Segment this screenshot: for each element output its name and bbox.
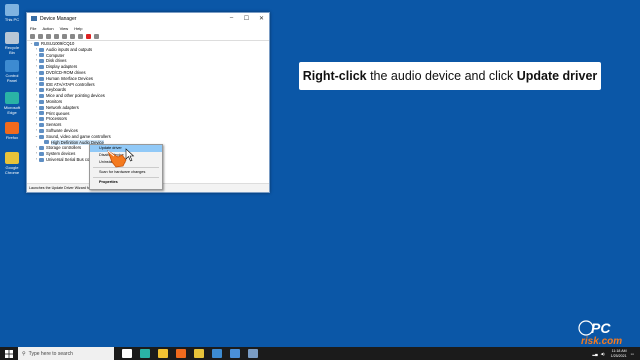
clock-date: 1/25/2021 [610,353,627,358]
app-icon [5,60,19,72]
pcrisk-logo: PC risk.com [578,320,622,346]
forward-icon[interactable] [38,33,43,39]
clock-time: 11:18 AM [611,349,627,353]
desktop-icon[interactable]: Google Chrome [2,152,22,175]
callout-strong-1: Right-click [302,69,367,83]
minimize-button[interactable]: – [224,15,239,22]
device-category-icon [39,111,44,116]
logo-text-pc: PC [591,320,611,336]
device-manager-icon[interactable] [248,349,258,358]
device-category-icon [39,94,44,99]
back-icon[interactable] [30,33,35,39]
desktop-icon-label: Recycle Bin [4,45,20,55]
device-category-icon [39,128,44,133]
desktop-icon-label: This PC [4,17,20,22]
edge-icon[interactable] [140,349,150,358]
device-category-icon [39,82,44,87]
desktop-icon[interactable]: Firefox [2,122,22,140]
windows-logo-icon [5,349,13,358]
menu-help[interactable]: Help [74,26,82,31]
app-icon [5,152,19,164]
device-category-icon [39,123,44,128]
edge-alt-icon[interactable] [212,349,222,358]
desktop-icon[interactable]: Microsoft Edge [2,92,22,115]
device-category-icon [39,99,44,104]
menu-file[interactable]: File [30,26,36,31]
properties-icon[interactable] [46,33,51,39]
logo-text-domain: risk.com [581,336,622,346]
update-driver-icon[interactable] [78,33,83,39]
desktop-icon-label: Control Panel [5,73,19,83]
app-icon [5,122,19,134]
instruction-callout: Right-click the audio device and click U… [299,62,601,90]
menu-bar: File Action View Help [27,24,269,32]
uninstall-icon[interactable] [86,33,91,39]
window-title: Device Manager [40,15,77,22]
desktop-icon[interactable]: Recycle Bin [2,32,22,55]
toolbar [27,32,269,41]
callout-strong-2: Update driver [516,69,598,83]
menu-separator [93,177,159,178]
device-category-icon [44,140,49,145]
callout-text: the audio device and click [366,69,517,83]
device-category-icon [39,47,44,52]
device-category-icon [39,146,44,151]
menu-item-scan-hardware[interactable]: Scan for hardware changes [90,169,162,176]
notifications-icon[interactable]: ▭ [631,352,634,356]
device-category-icon [39,152,44,157]
view-icon[interactable] [62,33,67,39]
taskbar-apps [118,349,262,358]
device-category-icon [34,41,39,46]
title-bar[interactable]: Device Manager – ☐ ✕ [27,13,269,24]
monitor-icon[interactable] [70,33,75,39]
search-placeholder: Type here to search [28,350,73,357]
maximize-button[interactable]: ☐ [239,15,254,22]
device-category-icon [39,117,44,122]
scan-icon[interactable] [94,33,99,39]
mouse-cursor-icon [125,148,135,162]
help-icon[interactable] [54,33,59,39]
start-button[interactable] [0,347,18,360]
desktop-icon-label: Microsoft Edge [3,105,21,115]
network-icon[interactable]: ▂▄ [592,352,597,356]
device-category-icon [39,105,44,110]
device-category-icon [39,53,44,58]
file-explorer-icon[interactable] [158,349,168,358]
firefox-icon[interactable] [176,349,186,358]
app-icon [5,32,19,44]
app-icon [5,4,19,16]
clock[interactable]: 11:18 AM 1/25/2021 [611,349,627,358]
chrome-icon[interactable] [194,349,204,358]
store-icon[interactable] [230,349,240,358]
menu-action[interactable]: Action [42,26,53,31]
task-view-icon[interactable] [122,349,132,358]
search-box[interactable]: ⚲ Type here to search [18,347,114,360]
device-category-icon [39,157,44,162]
volume-icon[interactable]: ◀) [601,352,605,356]
device-manager-icon [31,16,37,21]
desktop-icon[interactable]: Control Panel [2,60,22,83]
close-button[interactable]: ✕ [254,15,269,22]
system-tray: ▂▄ ◀) 11:18 AM 1/25/2021 ▭ [592,349,640,358]
menu-item-properties[interactable]: Properties [90,179,162,186]
device-category-icon [39,134,44,139]
menu-view[interactable]: View [60,26,69,31]
device-category-icon [39,59,44,64]
desktop-icon-label: Google Chrome [4,165,20,175]
taskbar: ⚲ Type here to search ▂▄ ◀) 11:18 AM 1/2… [0,347,640,360]
device-category-icon [39,65,44,70]
desktop-icon-label: Firefox [5,135,19,140]
app-icon [5,92,19,104]
device-category-icon [39,76,44,81]
search-icon: ⚲ [22,350,26,357]
device-category-icon [39,70,44,75]
desktop-icon[interactable]: This PC [2,4,22,22]
device-category-icon [39,88,44,93]
